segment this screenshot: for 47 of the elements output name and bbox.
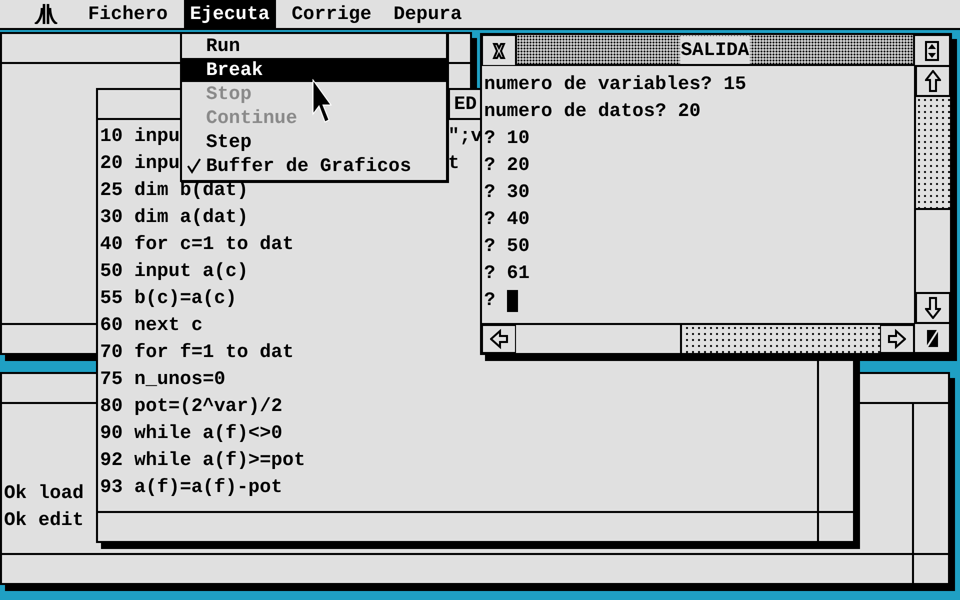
code-line: 20 inpu — [100, 151, 180, 176]
logo-icon[interactable] — [34, 4, 58, 24]
code-line: 25 dim b(dat) — [100, 178, 248, 203]
scroll-thumb[interactable] — [916, 208, 950, 292]
code-line: ";v — [448, 124, 482, 149]
close-icon[interactable] — [482, 35, 516, 66]
code-line: 90 while a(f)<>0 — [100, 421, 282, 446]
output-line: ? 30 — [484, 180, 530, 205]
menu-item[interactable]: Run — [182, 34, 446, 58]
code-line: 92 while a(f)>=pot — [100, 448, 306, 473]
code-line: 30 dim a(dat) — [100, 205, 248, 230]
code-line: 10 inpu — [100, 124, 180, 149]
output-line: ? 61 — [484, 261, 530, 286]
menu-item[interactable]: Break — [182, 58, 446, 82]
output-line: ? 40 — [484, 207, 530, 232]
menu-item[interactable]: Ejecuta — [184, 0, 276, 28]
code-line: t — [448, 151, 460, 176]
output-line: ? — [484, 288, 496, 313]
resize-icon[interactable] — [914, 323, 950, 353]
text-cursor — [507, 290, 518, 312]
code-line: 50 input a(c) — [100, 259, 248, 284]
menu-item[interactable]: Depura — [387, 0, 468, 28]
code-line: 70 for f=1 to dat — [100, 340, 294, 365]
output-line: ? 10 — [484, 126, 530, 151]
mouse-pointer-icon — [312, 79, 332, 123]
code-line: 60 next c — [100, 313, 203, 338]
command-line: Ok load — [4, 481, 84, 506]
title-bar[interactable]: SALIDA — [516, 35, 914, 66]
code-line: 75 n_unos=0 — [100, 367, 226, 392]
scroll-thumb[interactable] — [516, 325, 682, 353]
output-line: numero de variables? 15 — [484, 72, 746, 97]
menu-item[interactable]: Fichero — [82, 0, 174, 28]
fullscreen-icon[interactable] — [914, 35, 950, 66]
output-line: ? 20 — [484, 153, 530, 178]
output-line: ? 50 — [484, 234, 530, 259]
menu-item[interactable]: Step — [182, 130, 446, 154]
code-line: 55 b(c)=a(c) — [100, 286, 237, 311]
resize-box[interactable] — [912, 553, 948, 583]
code-line: 93 a(f)=a(f)-pot — [100, 475, 282, 500]
window-title: SALIDA — [680, 36, 750, 64]
code-line: 80 pot=(2^var)/2 — [100, 394, 282, 419]
menu-item[interactable]: Corrige — [286, 0, 378, 28]
output-line: numero de datos? 20 — [484, 99, 701, 124]
command-line: Ok edit — [4, 508, 84, 533]
code-line: 40 for c=1 to dat — [100, 232, 294, 257]
menu-item[interactable]: Buffer de Graficos — [182, 154, 446, 178]
resize-box[interactable] — [817, 511, 853, 541]
